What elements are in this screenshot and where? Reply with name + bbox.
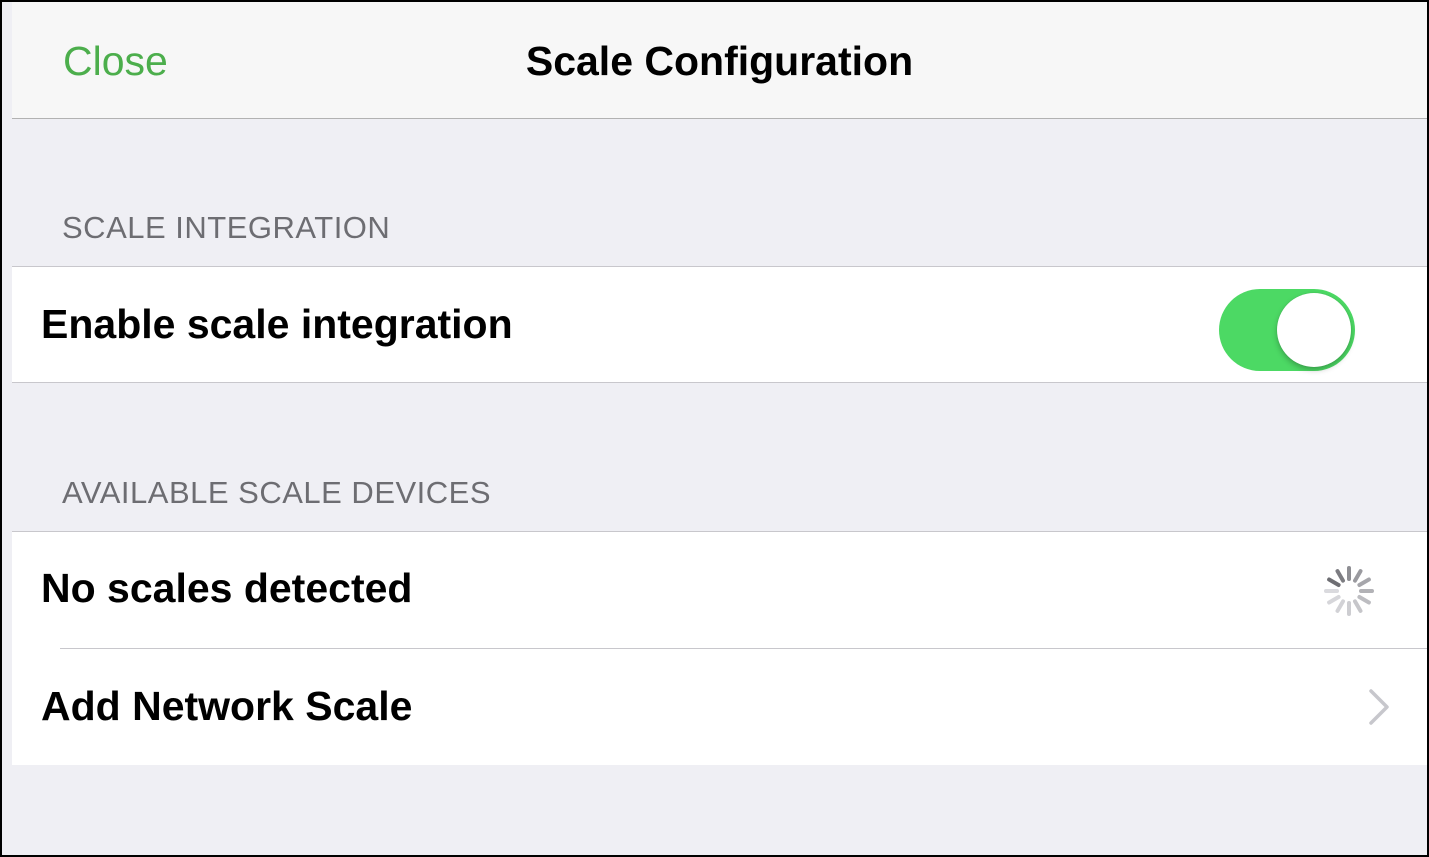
no-scales-label: No scales detected [41, 565, 413, 611]
add-network-scale-label: Add Network Scale [41, 683, 413, 729]
section-header-available-devices: AVAILABLE SCALE DEVICES [62, 475, 492, 510]
navigation-bar: Close Scale Configuration [12, 2, 1427, 119]
activity-indicator-icon [1324, 566, 1374, 616]
toggle-knob [1277, 293, 1351, 367]
add-network-scale-row[interactable]: Add Network Scale [12, 649, 1427, 765]
devices-group: No scales detected Add Network Scale [12, 531, 1427, 765]
enable-scale-integration-label: Enable scale integration [41, 301, 513, 347]
no-scales-row: No scales detected [12, 532, 1427, 648]
enable-scale-integration-toggle[interactable] [1219, 289, 1355, 371]
section-header-scale-integration: SCALE INTEGRATION [62, 210, 391, 245]
app-window: Close Scale Configuration SCALE INTEGRAT… [0, 0, 1429, 857]
chevron-right-icon [1369, 689, 1389, 725]
enable-scale-integration-row[interactable]: Enable scale integration [12, 266, 1427, 383]
page-title: Scale Configuration [525, 38, 914, 84]
